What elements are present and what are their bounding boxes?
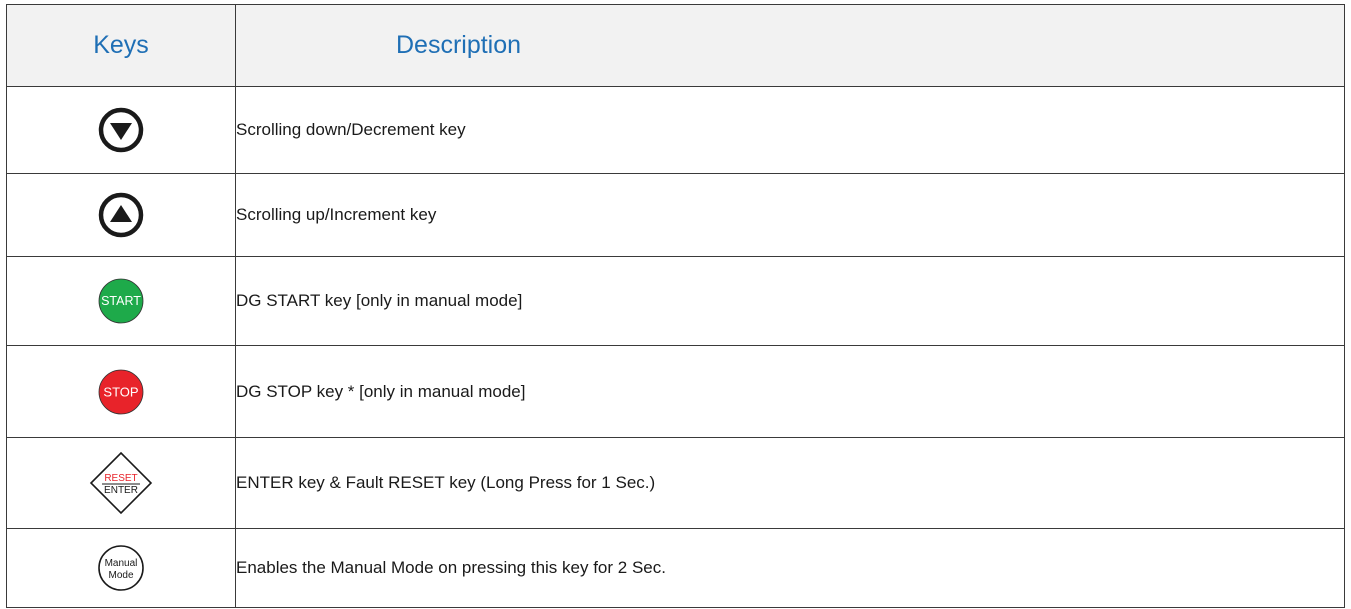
table-header-row: Keys Description	[6, 4, 1345, 87]
stop-button-icon: STOP	[98, 369, 144, 415]
table-row: Manual Mode Enables the Manual Mode on p…	[6, 528, 1345, 608]
key-cell: RESET ENTER	[6, 437, 236, 529]
manual-icon-label: Manual	[105, 558, 138, 569]
description-cell: Enables the Manual Mode on pressing this…	[235, 528, 1345, 608]
start-button-icon: START	[98, 278, 144, 324]
description-cell: DG STOP key * [only in manual mode]	[235, 345, 1345, 438]
mode-icon-label: Mode	[108, 570, 133, 581]
keys-table: Keys Description Scrolling down/Decremen…	[6, 4, 1345, 608]
reset-icon-label: RESET	[104, 473, 137, 484]
key-cell: START	[6, 256, 236, 346]
description-cell: Scrolling down/Decrement key	[235, 86, 1345, 174]
key-cell	[6, 86, 236, 174]
keys-column-header: Keys	[6, 4, 236, 87]
up-arrow-circle-icon	[98, 192, 144, 238]
reset-enter-diamond-icon: RESET ENTER	[89, 451, 153, 515]
enter-icon-label: ENTER	[104, 485, 138, 496]
key-cell: STOP	[6, 345, 236, 438]
table-row: RESET ENTER ENTER key & Fault RESET key …	[6, 437, 1345, 529]
description-cell: Scrolling up/Increment key	[235, 173, 1345, 257]
table-row: Scrolling down/Decrement key	[6, 86, 1345, 174]
key-cell	[6, 173, 236, 257]
description-cell: DG START key [only in manual mode]	[235, 256, 1345, 346]
key-cell: Manual Mode	[6, 528, 236, 608]
down-arrow-circle-icon	[98, 107, 144, 153]
description-cell: ENTER key & Fault RESET key (Long Press …	[235, 437, 1345, 529]
table-row: Scrolling up/Increment key	[6, 173, 1345, 257]
table-row: START DG START key [only in manual mode]	[6, 256, 1345, 346]
description-column-header: Description	[235, 4, 1345, 87]
stop-icon-label: STOP	[103, 384, 138, 399]
table-row: STOP DG STOP key * [only in manual mode]	[6, 345, 1345, 438]
start-icon-label: START	[101, 294, 141, 308]
manual-mode-circle-icon: Manual Mode	[97, 544, 145, 592]
